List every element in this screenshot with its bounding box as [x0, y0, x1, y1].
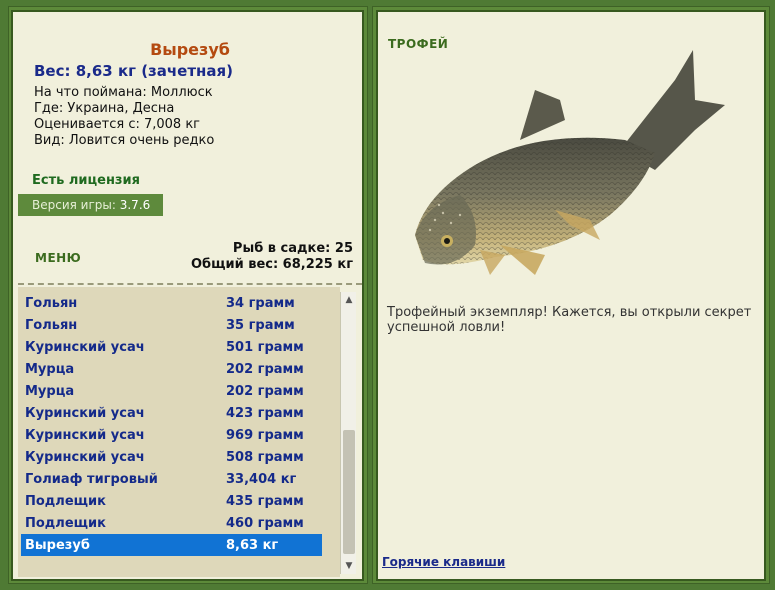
catch-fish-weight: 202 грамм — [226, 362, 304, 377]
catch-list-item[interactable]: Мурца 202 грамм — [21, 358, 322, 380]
catch-fish-weight: 8,63 кг — [226, 538, 279, 553]
catch-fish-name: Куринский усач — [25, 450, 145, 465]
catch-fish-name: Куринский усач — [25, 406, 145, 421]
menu-button[interactable]: МЕНЮ — [35, 251, 81, 265]
fish-rarity: Вид: Ловится очень редко — [34, 133, 215, 148]
cage-fish-count: Рыб в садке: 25 — [232, 241, 353, 256]
catch-fish-name: Подлещик — [25, 494, 106, 509]
catch-fish-name: Куринский усач — [25, 340, 145, 355]
catch-fish-weight: 202 грамм — [226, 384, 304, 399]
catch-fish-weight: 33,404 кг — [226, 472, 297, 487]
catch-fish-name: Вырезуб — [25, 538, 90, 553]
catch-list[interactable]: Гольян 34 грамм Гольян 35 грамм Куринский ус… — [18, 287, 340, 577]
version-label: Версия игры: — [32, 198, 116, 212]
catch-list-item[interactable]: Гольян 35 грамм — [21, 314, 322, 336]
fish-name-title: Вырезуб — [150, 40, 230, 59]
fish-weight: Вес: 8,63 кг (зачетная) — [34, 62, 234, 80]
catch-fish-name: Гольян — [25, 296, 78, 311]
scroll-up-icon[interactable]: ▲ — [341, 292, 357, 308]
fish-location: Где: Украина, Десна — [34, 101, 175, 116]
catch-fish-weight: 34 грамм — [226, 296, 295, 311]
trophy-description: Трофейный экземпляр! Кажется, вы открыли… — [387, 305, 752, 335]
catch-fish-weight: 969 грамм — [226, 428, 304, 443]
catch-fish-name: Голиаф тигровый — [25, 472, 158, 487]
catch-list-item[interactable]: Куринский усач 969 грамм — [21, 424, 322, 446]
catch-list-item[interactable]: Куринский усач 508 грамм — [21, 446, 322, 468]
fish-bait: На что поймана: Моллюск — [34, 85, 213, 100]
catch-fish-name: Мурца — [25, 362, 75, 377]
hotkeys-link[interactable]: Горячие клавиши — [382, 555, 505, 569]
scroll-down-icon[interactable]: ▼ — [341, 558, 357, 574]
version-value: 3.7.6 — [119, 198, 151, 212]
catch-fish-weight: 460 грамм — [226, 516, 304, 531]
divider — [18, 283, 362, 285]
catch-fish-name: Куринский усач — [25, 428, 145, 443]
cage-total-weight: Общий вес: 68,225 кг — [190, 257, 353, 272]
catch-list-item[interactable]: Вырезуб 8,63 кг — [21, 534, 322, 556]
catch-fish-weight: 508 грамм — [226, 450, 304, 465]
catch-list-item[interactable]: Гольян 34 грамм — [21, 292, 322, 314]
catch-fish-weight: 423 грамм — [226, 406, 304, 421]
catch-list-item[interactable]: Мурца 202 грамм — [21, 380, 322, 402]
catch-list-scrollbar[interactable]: ▲ ▼ — [340, 292, 356, 574]
game-version-bar: Версия игры: 3.7.6 — [18, 194, 163, 216]
fish-value-threshold: Оценивается с: 7,008 кг — [34, 117, 201, 132]
catch-fish-name: Мурца — [25, 384, 75, 399]
catch-fish-name: Гольян — [25, 318, 78, 333]
catch-list-item[interactable]: Куринский усач 501 грамм — [21, 336, 322, 358]
cage-stats: Рыб в садке: 25 Общий вес: 68,225 кг — [133, 241, 353, 273]
catch-fish-name: Подлещик — [25, 516, 106, 531]
catch-fish-weight: 35 грамм — [226, 318, 295, 333]
catch-fish-weight: 435 грамм — [226, 494, 304, 509]
catch-list-item[interactable]: Подлещик 435 грамм — [21, 490, 322, 512]
catch-list-item[interactable]: Подлещик 460 грамм — [21, 512, 322, 534]
scroll-thumb[interactable] — [343, 430, 355, 554]
trophy-fish-image — [415, 50, 725, 275]
license-status: Есть лицензия — [32, 173, 140, 188]
catch-list-item[interactable]: Голиаф тигровый 33,404 кг — [21, 468, 322, 490]
catch-fish-weight: 501 грамм — [226, 340, 304, 355]
catch-list-item[interactable]: Куринский усач 423 грамм — [21, 402, 322, 424]
